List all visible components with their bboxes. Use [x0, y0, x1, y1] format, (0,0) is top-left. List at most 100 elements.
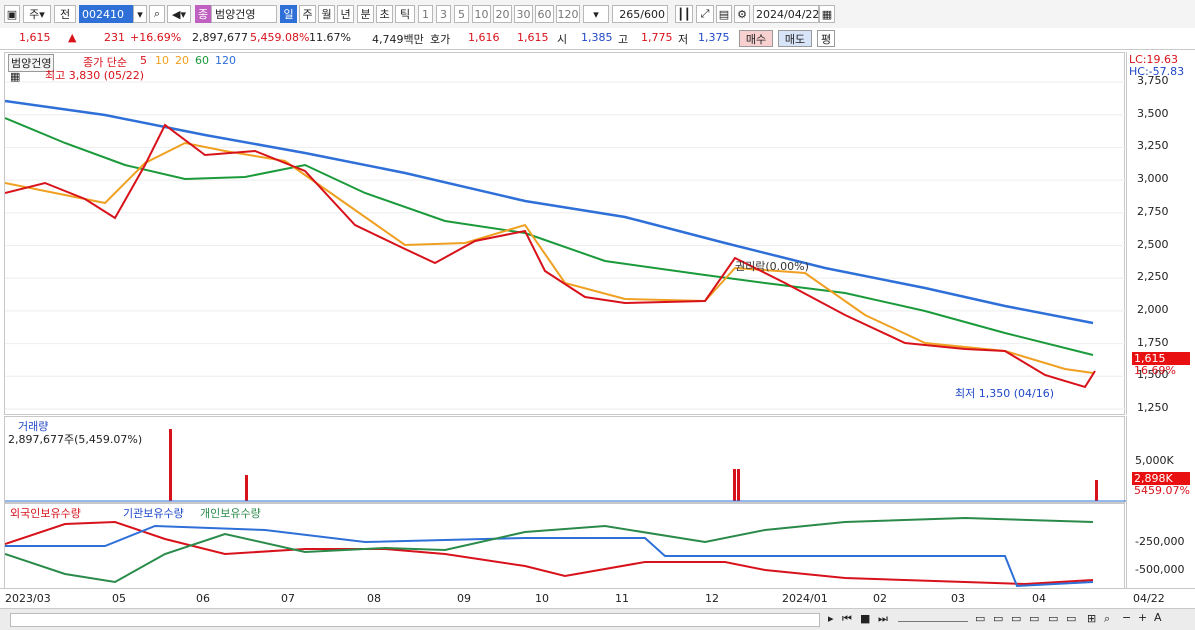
buy-button[interactable]: 매수	[739, 30, 773, 47]
price-tick-7: 2,000	[1137, 302, 1169, 316]
trade-volume: 2,897,677	[192, 31, 248, 44]
layout-4-icon[interactable]: ▭	[1029, 612, 1039, 625]
price-change-pct: +16.69%	[130, 31, 182, 44]
text-icon[interactable]: A	[1154, 611, 1162, 624]
layout-1-icon[interactable]: ▭	[975, 612, 985, 625]
scroll-next-icon[interactable]: ▸	[828, 612, 834, 625]
layout-2-icon[interactable]: ▭	[993, 612, 1003, 625]
interval-1[interactable]: 1	[418, 5, 433, 23]
chart-scrollbar[interactable]: ▸ ⏮ ■ ⏭ ▭ ▭ ▭ ▭ ▭ ▭ ⊞ ⌕ − + A	[0, 608, 1195, 630]
up-arrow-icon: ▲	[68, 31, 77, 44]
current-pct-tag: 16.69%	[1134, 364, 1176, 377]
search-icon[interactable]: ⌕	[149, 5, 165, 23]
zoom-search-icon[interactable]: ⌕	[1104, 612, 1110, 626]
scroll-last-icon[interactable]: ⏭	[878, 612, 888, 626]
market-type-button[interactable]: 전	[54, 5, 76, 23]
interval-120[interactable]: 120	[556, 5, 580, 23]
price-tick-10: 1,250	[1137, 401, 1169, 414]
period-tick-tab[interactable]: 틱	[395, 5, 415, 23]
volume-value: 2,897,677주(5,459.07%)	[8, 433, 143, 446]
interval-5[interactable]: 5	[454, 5, 469, 23]
foreign-legend: 외국인보유수량	[10, 507, 81, 520]
stock-name-field[interactable]: 범양건영	[211, 5, 277, 23]
ma120-line	[5, 99, 1094, 325]
grid-toggle-icon[interactable]: ▦	[10, 70, 20, 83]
x-label-08: 08	[367, 592, 381, 605]
draw-tool-icon[interactable]: ⤢	[696, 5, 714, 23]
layout-5-icon[interactable]: ▭	[1048, 612, 1058, 625]
ask-price: 1,615	[517, 31, 549, 44]
period-month-tab[interactable]: 월	[318, 5, 335, 23]
individual-legend: 개인보유수량	[200, 507, 261, 520]
current-price: 1,615	[19, 31, 51, 44]
interval-20[interactable]: 20	[493, 5, 512, 23]
ma60-line	[5, 117, 1094, 356]
x-label-05: 05	[112, 592, 126, 605]
interval-3[interactable]: 3	[436, 5, 451, 23]
x-label-04: 04	[1032, 592, 1046, 605]
x-label-09: 09	[457, 592, 471, 605]
x-label-2024-01: 2024/01	[782, 592, 828, 605]
period-day-tab[interactable]: 일	[280, 5, 297, 23]
zoom-out-icon[interactable]: −	[1122, 611, 1131, 624]
sound-icon[interactable]: ◀▾	[167, 5, 191, 23]
interval-10[interactable]: 10	[472, 5, 491, 23]
low-label: 저	[678, 33, 689, 46]
price-chart-panel[interactable]: 범양건영 종가 단순 5 10 20 60 120 ▦ 최고 3,830 (05…	[4, 52, 1126, 416]
period-year-tab[interactable]: 년	[337, 5, 354, 23]
price-tick-3: 3,000	[1137, 172, 1169, 186]
interval-dropdown[interactable]: ▾	[583, 5, 609, 23]
name-badge: 종	[195, 5, 211, 23]
save-icon[interactable]: ▤	[716, 5, 732, 23]
window-menu-icon[interactable]: ▣	[4, 5, 20, 23]
holdings-tick-1: -250,000	[1135, 535, 1185, 548]
volume-bar	[737, 469, 740, 501]
price-change: 231	[104, 31, 125, 44]
zoom-fit-icon[interactable]: ⊞	[1087, 612, 1096, 625]
period-minute-tab[interactable]: 분	[357, 5, 374, 23]
gear-icon[interactable]: ⚙	[734, 5, 750, 23]
low-note: 최저 1,350 (04/16)	[955, 387, 1055, 400]
sell-button[interactable]: 매도	[778, 30, 812, 47]
x-label-04-22: 04/22	[1133, 592, 1165, 605]
scroll-first-icon[interactable]: ⏮	[842, 612, 852, 626]
market-label: 주	[29, 8, 40, 21]
market-select[interactable]: 주 ▾	[23, 5, 51, 23]
count-value: 265	[619, 7, 641, 21]
zoom-slider[interactable]	[898, 615, 968, 622]
holdings-panel[interactable]: 외국인보유수량 기관보유수량 개인보유수량	[4, 503, 1125, 589]
bid-label: 호가	[430, 33, 451, 46]
period-week-tab[interactable]: 주	[299, 5, 316, 23]
candle-type-icon[interactable]: ┃┃	[675, 5, 693, 23]
x-label-12: 12	[705, 592, 719, 605]
ma-legend-5: 5	[140, 54, 147, 67]
volume-panel[interactable]: 거래량 2,897,677주(5,459.07%)	[4, 416, 1126, 504]
period-second-tab[interactable]: 초	[376, 5, 393, 23]
volume-canvas[interactable]	[5, 417, 1126, 504]
stock-code-input[interactable]: 002410	[79, 5, 133, 23]
price-tick-0: 3,750	[1137, 74, 1169, 87]
institution-legend: 기관보유수량	[123, 507, 184, 520]
layout-3-icon[interactable]: ▭	[1011, 612, 1021, 625]
calendar-icon[interactable]: ▦	[819, 5, 835, 23]
stop-icon[interactable]: ■	[860, 612, 870, 625]
zoom-in-icon[interactable]: +	[1138, 611, 1147, 624]
ma20-line	[5, 141, 1094, 374]
quote-info-bar: 1,615 ▲ 231 +16.69% 2,897,677 5,459.08% …	[0, 28, 1195, 50]
count-field[interactable]: 265/600	[612, 5, 668, 23]
layout-6-icon[interactable]: ▭	[1066, 612, 1076, 625]
interval-30[interactable]: 30	[514, 5, 533, 23]
volume-bar	[245, 475, 248, 501]
holdings-tick-2: -500,000	[1135, 563, 1185, 576]
volume-bar	[1095, 480, 1098, 501]
code-dropdown-icon[interactable]: ▾	[133, 5, 147, 23]
date-field[interactable]: 2024/04/22	[753, 5, 819, 23]
price-tick-2: 3,250	[1137, 139, 1169, 153]
price-chart-canvas[interactable]	[5, 53, 1126, 416]
interval-60[interactable]: 60	[535, 5, 554, 23]
high-price: 1,775	[641, 31, 673, 44]
volume-bar	[733, 469, 736, 501]
x-label-11: 11	[615, 592, 629, 605]
eval-button[interactable]: 평	[817, 30, 835, 47]
scroll-track[interactable]	[10, 613, 820, 627]
